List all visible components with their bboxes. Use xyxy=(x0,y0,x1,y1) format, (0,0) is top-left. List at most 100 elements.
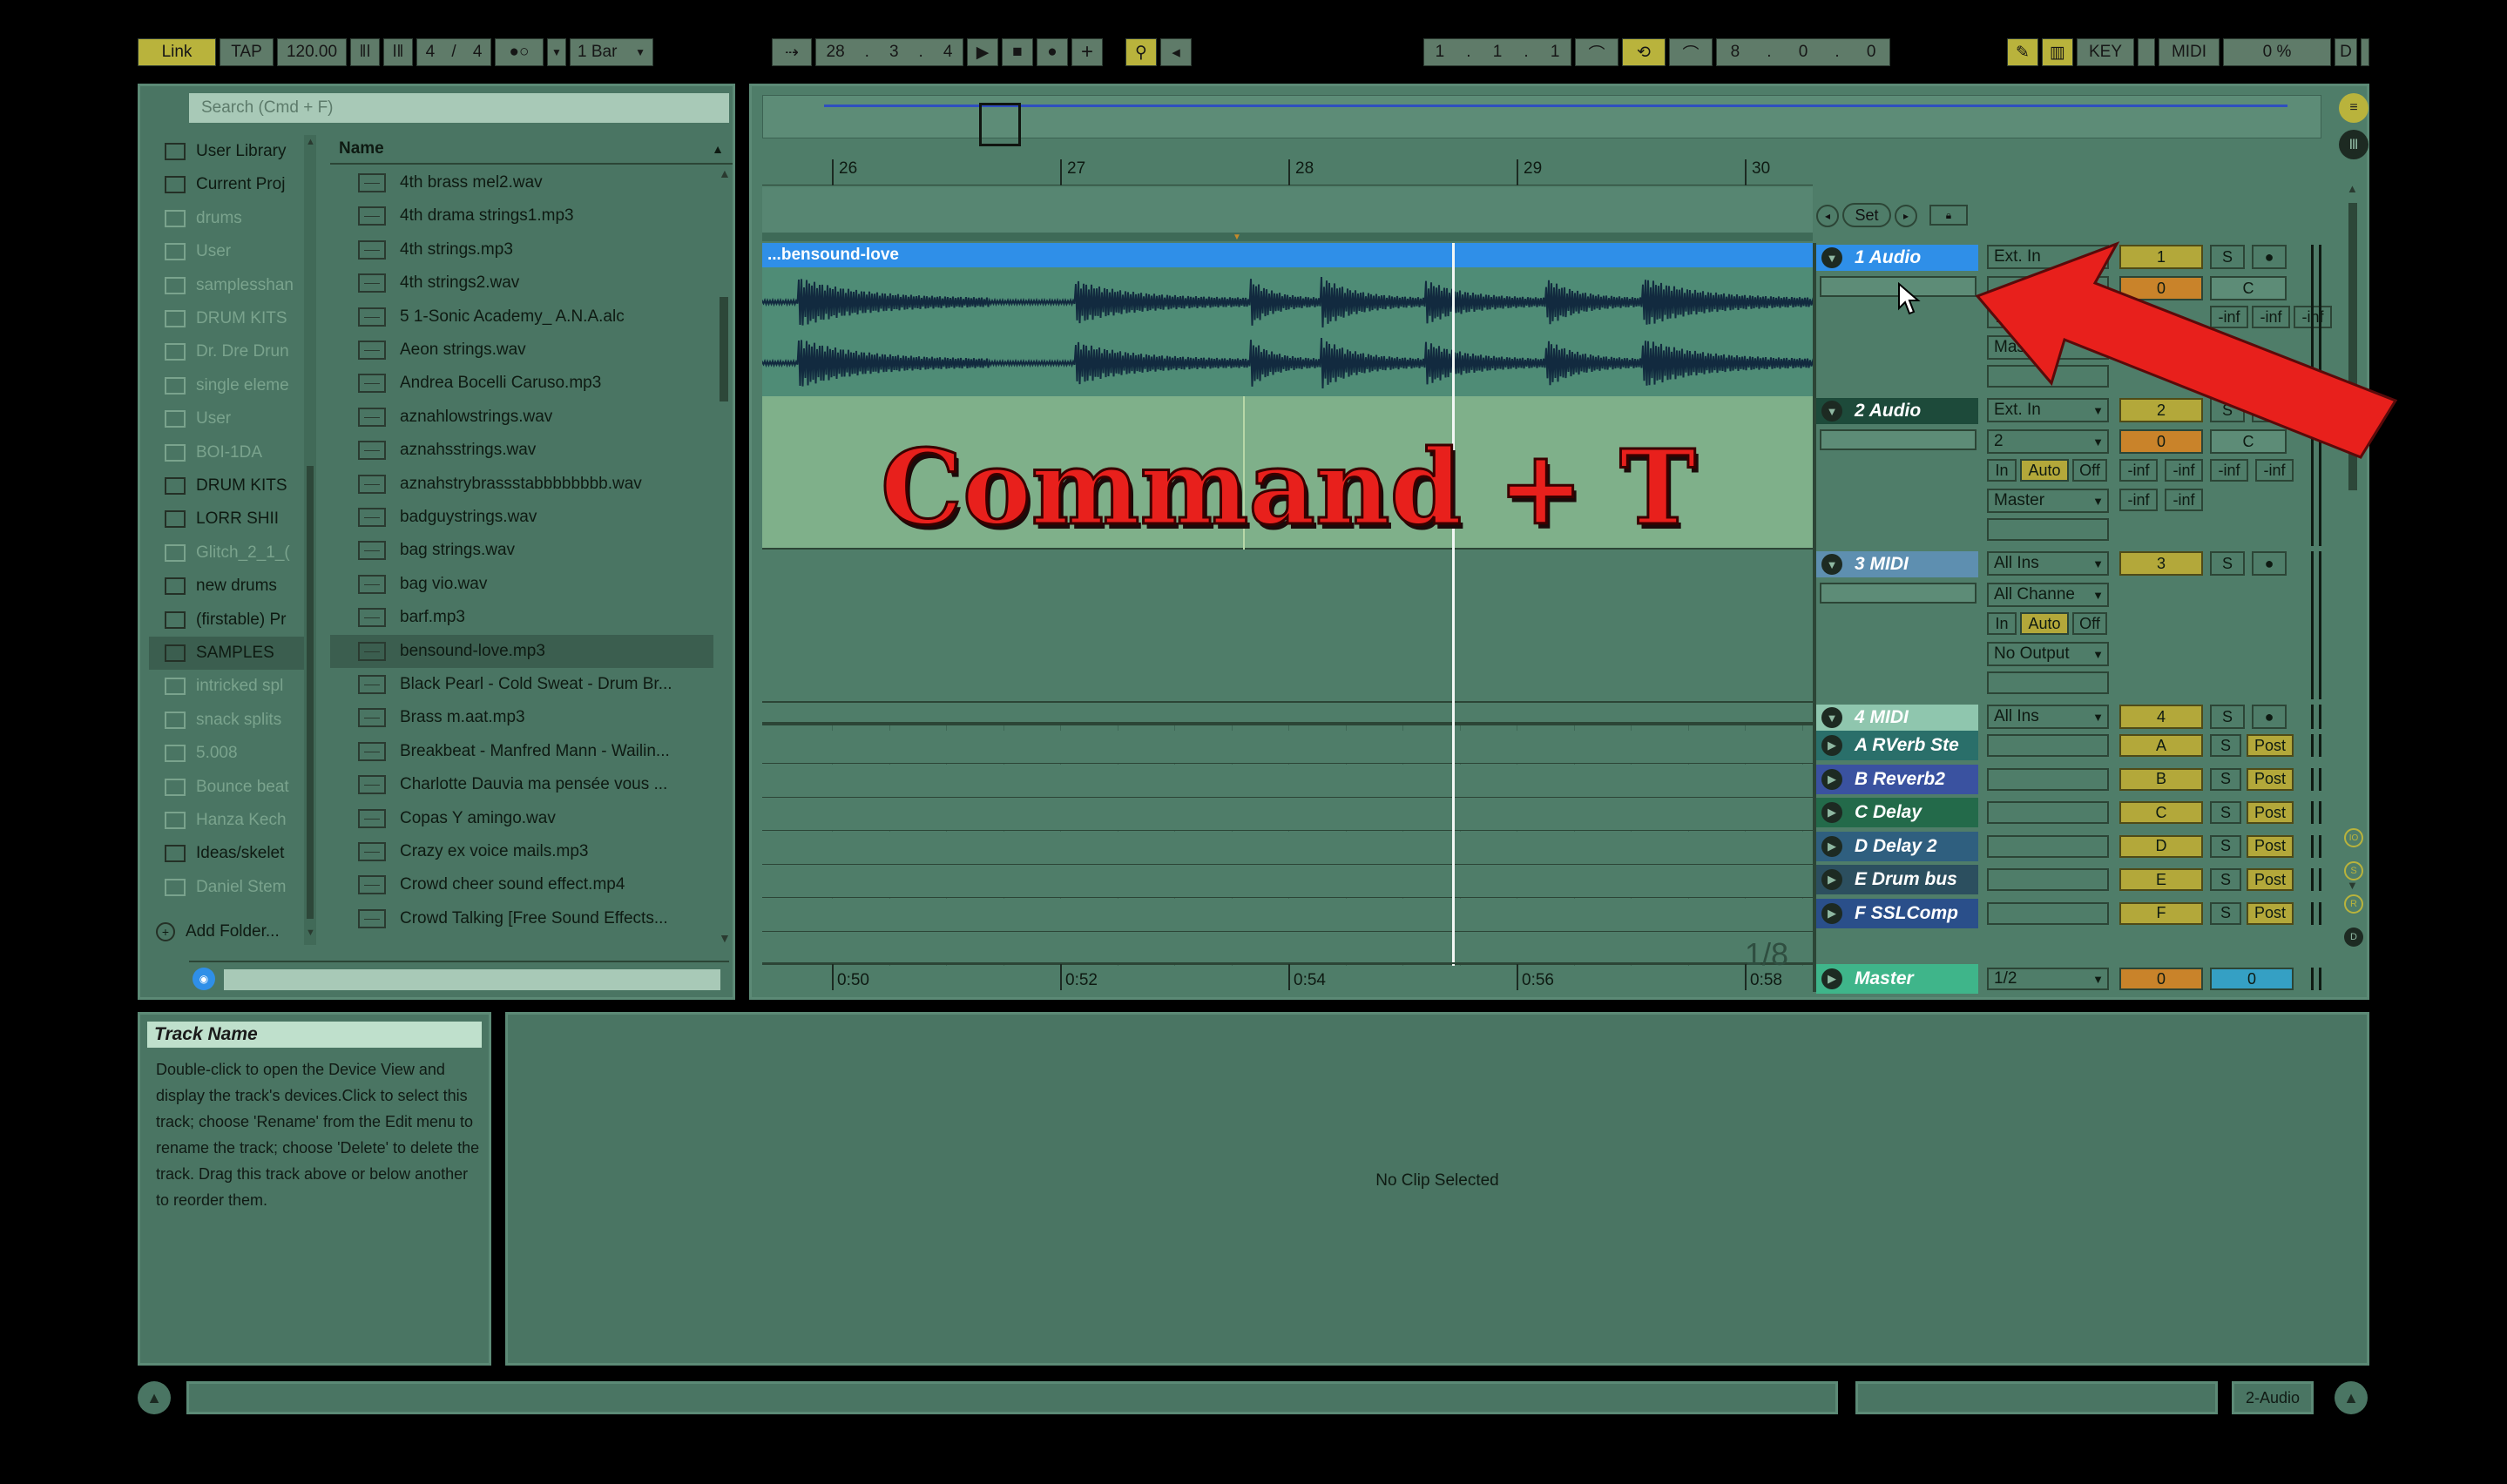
previous-locator-button[interactable]: ◂ xyxy=(1816,205,1839,227)
return-lane[interactable] xyxy=(762,731,1813,764)
places-item[interactable]: 5.008 xyxy=(149,737,306,770)
return-activator-button[interactable]: E xyxy=(2119,868,2203,891)
loop-start-field[interactable]: 1.1.1 xyxy=(1423,38,1571,66)
back-to-arrangement-button[interactable]: ◂ xyxy=(1160,38,1192,66)
file-item[interactable]: Crowd cheer sound effect.mp4 xyxy=(330,868,713,901)
track-fold-icon[interactable]: ▶ xyxy=(1821,902,1842,924)
return-track-header[interactable]: ▶ B Reverb2 xyxy=(1816,764,1978,794)
track-fold-icon[interactable]: ▶ xyxy=(1821,968,1842,989)
places-item[interactable]: DRUM KITS xyxy=(149,302,306,335)
return-io-field[interactable] xyxy=(1987,767,2109,791)
places-item[interactable]: Dr. Dre Drun xyxy=(149,335,306,368)
key-map-button[interactable]: KEY xyxy=(2077,38,2134,66)
nudge-down-button[interactable]: ǁǀ xyxy=(350,38,380,66)
lock-envelopes-button[interactable]: 🔒︎ xyxy=(1929,205,1968,226)
quantization-select[interactable]: 1 Bar ▼ xyxy=(570,38,653,66)
places-item[interactable]: Daniel Stem xyxy=(149,871,306,904)
view-toggle-a[interactable]: IO xyxy=(2344,828,2363,847)
loop-brace-strip[interactable]: ▼ xyxy=(762,233,1813,242)
post-fader-button[interactable]: Post xyxy=(2247,734,2294,757)
places-item[interactable]: Ideas/skelet xyxy=(149,837,306,870)
track-header-4[interactable]: ▼ 4 MIDI xyxy=(1816,705,1978,731)
view-toggle-s[interactable]: S xyxy=(2344,861,2363,880)
monitor-in-button[interactable]: In xyxy=(1987,459,2017,482)
input-type-select[interactable]: All Ins xyxy=(1987,551,2109,576)
file-item[interactable]: bag strings.wav xyxy=(330,534,713,567)
file-item[interactable]: badguystrings.wav xyxy=(330,501,713,534)
post-fader-button[interactable]: Post xyxy=(2247,801,2294,824)
follow-button[interactable]: ⇢ xyxy=(772,38,812,66)
add-folder-button[interactable]: + Add Folder... xyxy=(156,922,280,941)
return-io-field[interactable] xyxy=(1987,801,2109,824)
post-fader-button[interactable]: Post xyxy=(2247,834,2294,858)
solo-button[interactable]: S xyxy=(2210,834,2241,858)
file-item[interactable]: Brass m.aat.mp3 xyxy=(330,701,713,734)
song-position-field[interactable]: 28. 3. 4 xyxy=(815,38,963,66)
metronome-button[interactable]: ●○ xyxy=(495,38,544,66)
places-item[interactable]: Bounce beat xyxy=(149,771,306,804)
locator-strip[interactable] xyxy=(762,187,1813,233)
output-select[interactable]: No Output xyxy=(1987,642,2109,666)
places-scroll-thumb[interactable] xyxy=(307,466,314,919)
monitor-off-button[interactable]: Off xyxy=(2072,612,2107,635)
midi-map-button[interactable]: MIDI xyxy=(2159,38,2220,66)
loop-switch-button[interactable]: ⟲ xyxy=(1622,38,1666,66)
file-item[interactable]: aznahstrybrassstabbbbbbbb.wav xyxy=(330,468,713,501)
computer-midi-keyboard-button[interactable]: ▥ xyxy=(2042,38,2073,66)
file-item[interactable]: aznahlowstrings.wav xyxy=(330,401,713,434)
master-volume-field[interactable]: 0 xyxy=(2119,968,2203,990)
search-input[interactable]: Search (Cmd + F) xyxy=(189,93,729,123)
track-lane-4[interactable] xyxy=(762,703,1813,725)
return-activator-button[interactable]: F xyxy=(2119,901,2203,925)
track-fold-icon[interactable]: ▶ xyxy=(1821,735,1842,756)
places-item[interactable]: single eleme xyxy=(149,369,306,402)
play-button[interactable]: ▶ xyxy=(967,38,998,66)
solo-button[interactable]: S xyxy=(2210,868,2241,891)
record-button[interactable]: ● xyxy=(1037,38,1068,66)
preview-waveform[interactable] xyxy=(224,969,720,990)
solo-button[interactable]: S xyxy=(2210,801,2241,824)
file-item[interactable]: Breakbeat - Manfred Mann - Wailin... xyxy=(330,735,713,768)
output-channel-field[interactable] xyxy=(1987,518,2109,541)
file-item[interactable]: barf.mp3 xyxy=(330,601,713,634)
return-lane[interactable] xyxy=(762,831,1813,865)
file-item[interactable]: Andrea Bocelli Caruso.mp3 xyxy=(330,367,713,400)
file-item[interactable]: bag vio.wav xyxy=(330,568,713,601)
view-toggle-d[interactable]: D xyxy=(2344,928,2363,947)
places-item[interactable]: Hanza Kech xyxy=(149,804,306,837)
places-item[interactable]: DRUM KITS xyxy=(149,469,306,503)
places-item[interactable]: Glitch_2_1_( xyxy=(149,536,306,570)
places-item[interactable]: User xyxy=(149,402,306,435)
return-activator-button[interactable]: B xyxy=(2119,767,2203,791)
file-item[interactable]: 4th strings2.wav xyxy=(330,266,713,300)
preview-toggle-icon[interactable]: ◉ xyxy=(193,968,215,990)
monitor-off-button[interactable]: Off xyxy=(2072,459,2107,482)
track-activator-button[interactable]: 4 xyxy=(2119,705,2203,729)
monitor-auto-button[interactable]: Auto xyxy=(2020,459,2069,482)
track-header-3[interactable]: ▼ 3 MIDI xyxy=(1816,551,1978,577)
file-item[interactable]: Copas Y amingo.wav xyxy=(330,802,713,835)
return-track-header[interactable]: ▶ C Delay xyxy=(1816,798,1978,827)
solo-button[interactable]: S xyxy=(2210,734,2241,757)
master-pan-field[interactable]: 0 xyxy=(2210,968,2294,990)
overview-toggle-button[interactable]: ≡ xyxy=(2339,93,2368,123)
return-io-field[interactable] xyxy=(1987,734,2109,757)
solo-button[interactable]: S xyxy=(2210,901,2241,925)
places-item[interactable]: BOI-1DA xyxy=(149,436,306,469)
track-fold-icon[interactable]: ▶ xyxy=(1821,768,1842,790)
track-fold-icon[interactable]: ▼ xyxy=(1821,707,1842,728)
track-fold-icon[interactable]: ▶ xyxy=(1821,802,1842,823)
nudge-up-button[interactable]: ǀǁ xyxy=(383,38,413,66)
tap-button[interactable]: TAP xyxy=(220,38,274,66)
track-fold-icon[interactable]: ▶ xyxy=(1821,869,1842,890)
return-activator-button[interactable]: C xyxy=(2119,801,2203,824)
return-lane[interactable] xyxy=(762,898,1813,932)
track-lane-3[interactable] xyxy=(762,550,1813,703)
places-item[interactable]: intricked spl xyxy=(149,670,306,703)
info-view-toggle-button[interactable]: ▲ xyxy=(138,1381,171,1414)
return-activator-button[interactable]: D xyxy=(2119,834,2203,858)
track-activator-button[interactable]: 3 xyxy=(2119,551,2203,576)
places-item[interactable]: User Library xyxy=(149,135,306,168)
overview-view-box[interactable] xyxy=(979,103,1021,146)
audio-clip-header[interactable]: ...bensound-love xyxy=(762,243,1813,267)
